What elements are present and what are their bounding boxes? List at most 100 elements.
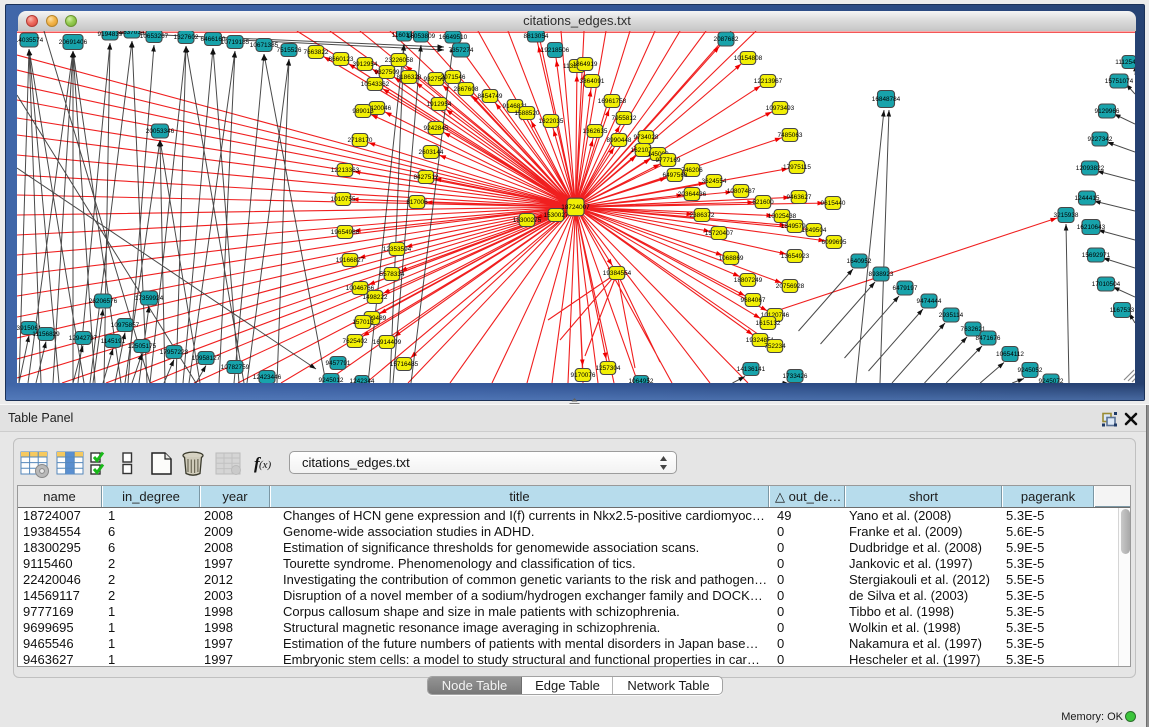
svg-text:15300275: 15300275 [513,217,542,224]
svg-text:9463627: 9463627 [787,194,812,201]
svg-text:9170076: 9170076 [571,372,596,379]
svg-text:8938923: 8938923 [869,271,894,278]
svg-text:12505175: 12505175 [128,343,157,350]
svg-text:9227342: 9227342 [1088,136,1113,143]
svg-text:1588520: 1588520 [515,110,540,117]
svg-text:7357274: 7357274 [449,47,474,54]
svg-text:8454749: 8454749 [478,93,503,100]
svg-text:17957223: 17957223 [160,349,189,356]
svg-text:15751074: 15751074 [1105,78,1134,85]
svg-text:7625402: 7625402 [343,338,368,345]
svg-text:1530027: 1530027 [544,212,569,219]
svg-text:16848784: 16848784 [872,96,901,103]
svg-text:1257304: 1257304 [596,365,621,372]
svg-text:1615132: 1615132 [756,320,781,327]
svg-text:1068869: 1068869 [719,255,744,262]
svg-text:10654112: 10654112 [996,351,1024,358]
svg-text:1640952: 1640952 [847,258,872,265]
svg-text:20364436: 20364436 [678,191,707,198]
svg-text:8186328: 8186328 [397,74,422,81]
svg-text:2718170: 2718170 [348,137,373,144]
svg-text:8427512: 8427512 [414,174,439,181]
svg-text:1327602: 1327602 [174,34,199,41]
svg-text:17010504: 17010504 [1092,281,1121,288]
svg-text:621600: 621600 [752,199,774,206]
svg-text:8471676: 8471676 [976,335,1001,342]
svg-text:19384554: 19384554 [603,270,632,277]
svg-text:9245052: 9245052 [1018,367,1043,374]
svg-text:10653267: 10653267 [140,33,169,40]
svg-text:1010755: 1010755 [331,196,356,203]
svg-text:16961758: 16961758 [598,98,627,105]
svg-text:1322035: 1322035 [539,118,564,125]
svg-text:8990448: 8990448 [607,137,632,144]
svg-text:15692971: 15692971 [1082,252,1111,259]
svg-text:18807249: 18807249 [734,277,763,284]
svg-text:12213967: 12213967 [754,78,783,85]
svg-text:1362635: 1362635 [583,128,608,135]
svg-text:9245072: 9245072 [1039,378,1064,383]
svg-text:1864919: 1864919 [573,61,598,68]
svg-text:9457791: 9457791 [326,360,351,367]
svg-text:16053809: 16053809 [407,33,436,40]
svg-text:19166827: 19166827 [336,257,365,264]
svg-text:1498222: 1498222 [363,294,388,301]
svg-text:10671385: 10671385 [250,42,279,49]
svg-text:3912954: 3912954 [353,61,378,68]
svg-text:9474444: 9474444 [917,298,942,305]
svg-text:9734028: 9734028 [634,134,659,141]
svg-text:13654923: 13654923 [781,253,810,260]
svg-text:1733426: 1733426 [783,373,808,380]
svg-text:12353594: 12353594 [383,246,412,253]
svg-text:7955812: 7955812 [612,115,637,122]
svg-text:20691406: 20691406 [59,39,88,46]
svg-text:17359924: 17359924 [135,295,164,302]
svg-text:7485063: 7485063 [778,132,803,139]
svg-text:2867608: 2867608 [454,86,479,93]
svg-text:2935114: 2935114 [939,312,964,319]
svg-text:1849504: 1849504 [802,227,827,234]
svg-text:2087682: 2087682 [714,36,739,43]
svg-text:1145191: 1145191 [101,338,126,345]
svg-text:1064952: 1064952 [629,378,654,383]
svg-text:1244415: 1244415 [1075,195,1100,202]
svg-text:9777169: 9777169 [656,157,681,164]
svg-text:12213363: 12213363 [331,167,360,174]
svg-text:16649510: 16649510 [439,34,468,41]
svg-text:6479197: 6479197 [893,285,918,292]
svg-text:10973493: 10973493 [766,105,795,112]
svg-text:17975115: 17975115 [783,164,811,171]
svg-text:26206576: 26206576 [89,298,118,305]
svg-text:19218506: 19218506 [541,47,570,54]
svg-text:752234: 752234 [764,343,786,350]
svg-text:12093822: 12093822 [1076,165,1105,172]
svg-text:2603144: 2603144 [419,149,444,156]
svg-text:20053346: 20053346 [146,128,175,135]
svg-text:16914409: 16914409 [373,339,402,346]
svg-text:23226058: 23226058 [385,57,414,64]
svg-text:3215938: 3215938 [1054,212,1079,219]
svg-text:12942737: 12942737 [69,335,98,342]
svg-text:10807487: 10807487 [727,188,756,195]
svg-text:10543362: 10543362 [361,81,390,88]
svg-text:3864091: 3864091 [580,78,605,85]
svg-text:19654988: 19654988 [331,229,360,236]
svg-text:1242344: 1242344 [350,378,375,383]
svg-text:14035574: 14035574 [17,37,44,44]
svg-text:1167533: 1167533 [1110,307,1135,314]
svg-text:18724007: 18724007 [561,204,590,211]
svg-text:12423446: 12423446 [253,374,282,381]
svg-text:15720407: 15720407 [705,230,734,237]
svg-text:2386372: 2386372 [690,212,715,219]
svg-text:9242845: 9242845 [424,125,449,132]
svg-text:9245012: 9245012 [319,377,344,383]
svg-text:8813054: 8813054 [524,33,549,40]
svg-text:(x): (x) [259,459,272,471]
svg-text:3624554: 3624554 [702,178,727,185]
svg-text:14136141: 14136141 [737,366,766,373]
svg-text:8660123: 8660123 [329,56,354,63]
svg-text:16210643: 16210643 [1077,224,1106,231]
svg-text:5578334: 5578334 [380,271,405,278]
svg-text:10958127: 10958127 [192,355,221,362]
svg-text:2071546: 2071546 [441,74,466,81]
